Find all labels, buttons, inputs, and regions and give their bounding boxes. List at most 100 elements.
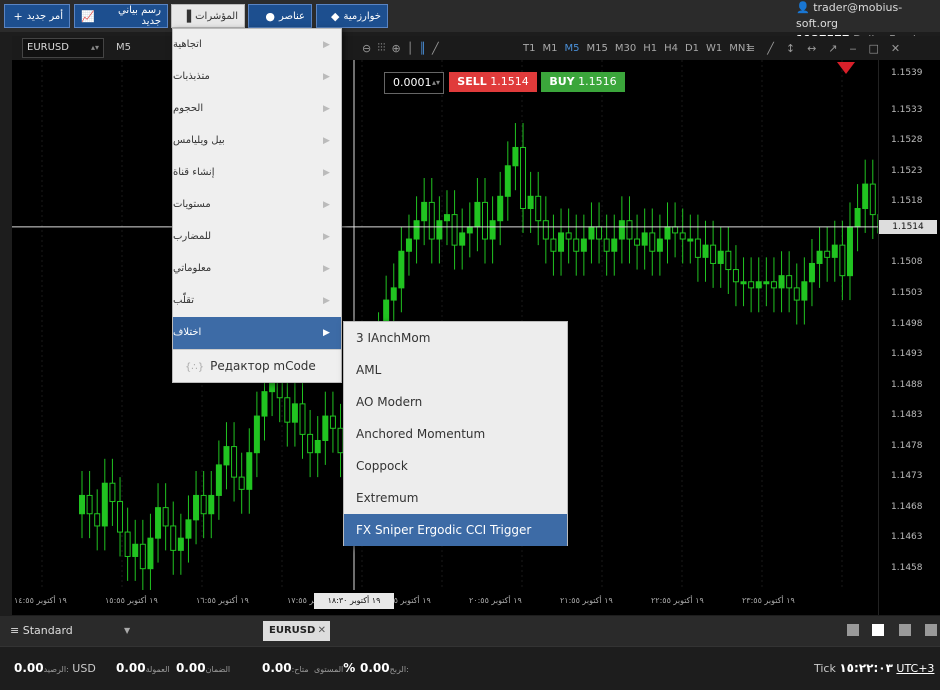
candle-body [588,226,595,240]
price-axis[interactable]: 1.15391.15331.15281.15231.15181.15131.15… [878,60,940,615]
timeframe-m1[interactable]: M1 [542,43,557,54]
quantity-stepper[interactable]: ▴▾ [432,73,440,93]
candle-body [527,195,534,210]
menu-item-divergence[interactable]: اختلاف ▶ [173,317,341,349]
timeframe-d1[interactable]: D1 [685,43,699,54]
trendline-icon[interactable]: ╱ [767,42,774,55]
algorithms-button[interactable]: خوارزمية ◆ [316,4,388,28]
tab-eurusd[interactable]: EURUSD ✕ [263,621,330,641]
timeframe-h4[interactable]: H4 [664,43,678,54]
menu-item-scalper[interactable]: للمضارب ▶ [173,221,341,253]
crosshair-time-label: ١٩ أكتوبر ١٨:٣٠ [314,593,394,609]
algorithms-label: خوارزمية [343,10,381,22]
timeframe-h1[interactable]: H1 [643,43,657,54]
menu-item-channels[interactable]: إنشاء قناة ▶ [173,157,341,189]
timeframe-m30[interactable]: M30 [615,43,636,54]
new-chart-button[interactable]: رسم بياني جديد 📈 [74,4,168,28]
symbol-select[interactable]: EURUSD ▴▾ [22,38,104,58]
y-tick-label: 1.1458 [891,562,923,573]
zoom-out-icon[interactable]: ⊖ [362,42,371,55]
timeframe-m15[interactable]: M15 [586,43,607,54]
candle-body [748,281,755,289]
candles-icon[interactable]: ║ [419,42,426,55]
menu-item-bill-williams[interactable]: بيل ويليامس ▶ [173,125,341,157]
layout-grid-icon[interactable] [872,624,884,636]
tab-bar: ≡ Standard ▼ EURUSD ✕ [0,616,940,646]
price-alert-marker[interactable] [837,62,855,74]
currency: USD [72,662,96,675]
sell-price: 1.1514 [490,75,529,88]
menu-item-volumes[interactable]: الحجوم ▶ [173,93,341,125]
quantity-input[interactable]: 0.0001 ▴▾ [384,72,444,94]
mcode-editor-item[interactable]: {∴} Редактор mCode [173,349,341,381]
chevron-right-icon: ▶ [323,168,330,178]
stepper-icon[interactable]: ▴▾ [91,39,99,57]
workspace-select[interactable]: ≡ Standard ▼ [10,616,130,646]
submenu-item[interactable]: AML [344,354,567,386]
maximize-icon[interactable]: □ [869,42,879,55]
new-order-button[interactable]: أمر جديد + [4,4,70,28]
submenu-item[interactable]: AO Modern [344,386,567,418]
layout-columns-icon[interactable] [899,624,911,636]
zoom-slider[interactable]: ⫶⫶⫶ [377,41,385,55]
candle-body [185,519,192,539]
minimize-icon[interactable]: ‒ [850,42,857,55]
candle-body [656,238,663,252]
candle-body [824,250,831,258]
candle-body [413,220,420,240]
submenu-item-selected[interactable]: FX Sniper Ergodic CCI Trigger [344,514,567,546]
timeframe-t1[interactable]: T1 [523,43,535,54]
detach-icon[interactable]: ↗ [828,42,837,55]
menu-item-trend[interactable]: اتجاهية ▶ [173,29,341,61]
time-axis[interactable]: ١٩ أكتوبر ١٤:٥٥ ١٩ أكتوبر ١٥:٥٥ ١٩ أكتوبر … [12,590,878,615]
candle-body [869,183,876,216]
chart-toolbar: EURUSD ▴▾ M5 ⊖ ⫶⫶⫶ ⊕ │ ║ ╱ T1 M1 M5 M15 M30 H… [12,36,940,60]
candle-body [755,281,762,289]
x-tick-label: ١٩ أكتوبر ١٤:٥٥ [14,596,67,605]
layout-single-icon[interactable] [847,624,859,636]
new-order-label: أمر جديد [26,10,63,22]
menu-item-label: بيل ويليامس [173,135,225,146]
line-chart-icon[interactable]: ╱ [432,42,439,55]
candle-body [193,494,200,521]
close-icon[interactable]: ✕ [891,42,900,55]
candle-body [86,494,93,515]
user-icon: 👤 [796,1,810,14]
candle-body [831,244,838,258]
horizontal-line-icon[interactable]: ↔ [807,42,816,55]
indicators-button[interactable]: المؤشرات ▐ [171,4,245,28]
y-tick-label: 1.1493 [891,349,923,360]
chevron-down-icon: ▼ [124,626,131,635]
zoom-in-icon[interactable]: ⊕ [391,42,400,55]
chart-tools: ≡ ╱ ↕ ↔ ↗ ‒ □ ✕ [746,36,900,60]
candle-body [307,433,314,454]
candle-body [679,232,686,240]
submenu-item[interactable]: 3 IAnchMom [344,322,567,354]
sell-button[interactable]: SELL 1.1514 [449,72,537,92]
elements-button[interactable]: عناصر ● [248,4,312,28]
buy-button[interactable]: BUY 1.1516 [541,72,625,92]
timezone[interactable]: UTC+3 [896,662,934,675]
candle-body [550,238,557,252]
candle-body [466,226,473,234]
fibonacci-icon[interactable]: ≡ [746,42,755,55]
submenu-item[interactable]: Coppock [344,450,567,482]
layout-rows-icon[interactable] [925,624,937,636]
menu-item-volatility[interactable]: تقلّب ▶ [173,285,341,317]
submenu-item[interactable]: Extremum [344,482,567,514]
vertical-line-icon[interactable]: ↕ [786,42,795,55]
menu-item-informational[interactable]: معلوماتي ▶ [173,253,341,285]
submenu-item[interactable]: Anchored Momentum [344,418,567,450]
candle-body [177,537,184,551]
timeframe-w1[interactable]: W1 [706,43,722,54]
menu-item-oscillators[interactable]: متذبذبات ▶ [173,61,341,93]
timeframe-m5[interactable]: M5 [564,43,579,54]
candle-body [710,244,717,264]
menu-item-label: الحجوم [173,103,204,114]
bar-type-icon[interactable]: │ [407,42,414,55]
menu-item-label: مستويات [173,199,211,210]
menu-item-levels[interactable]: مستويات ▶ [173,189,341,221]
tab-close-icon[interactable]: ✕ [318,621,326,641]
candle-body [253,415,260,454]
candle-body [421,201,428,222]
